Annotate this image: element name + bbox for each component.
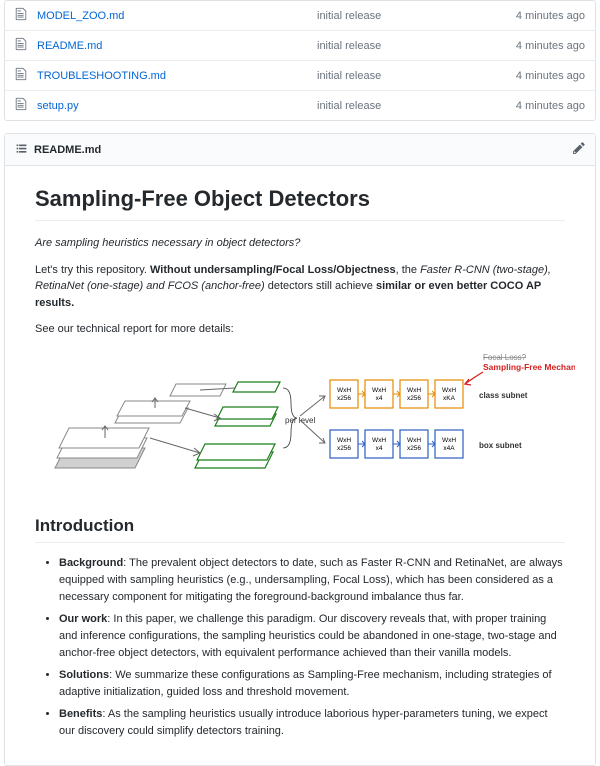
commit-msg[interactable]: initial release [317,70,516,82]
intro-list: Background: The prevalent object detecto… [35,555,565,740]
file-row: README.md initial release 4 minutes ago [5,31,595,61]
commit-msg[interactable]: initial release [317,100,516,112]
file-row: MODEL_ZOO.md initial release 4 minutes a… [5,1,595,31]
file-icon [15,97,29,114]
list-item: Solutions: We summarize these configurat… [59,667,565,701]
svg-text:class subnet: class subnet [479,391,528,400]
file-list: MODEL_ZOO.md initial release 4 minutes a… [4,0,596,121]
svg-text:WxHx256: WxHx256 [407,437,421,452]
architecture-diagram: per level WxHx256 WxHx4 WxHx256 WxHxKA c… [35,348,565,498]
svg-text:Sampling-Free Mechanism: Sampling-Free Mechanism [483,362,575,372]
svg-text:box subnet: box subnet [479,441,522,450]
file-icon [15,7,29,24]
file-link[interactable]: TROUBLESHOOTING.md [37,70,317,82]
list-item: Benefits: As the sampling heuristics usu… [59,706,565,740]
list-item: Background: The prevalent object detecto… [59,555,565,606]
commit-msg[interactable]: initial release [317,10,516,22]
file-time: 4 minutes ago [516,70,585,82]
svg-text:WxHx256: WxHx256 [337,437,351,452]
file-link[interactable]: MODEL_ZOO.md [37,10,317,22]
readme-body: Sampling-Free Object Detectors Are sampl… [5,166,595,765]
intro-question: Are sampling heuristics necessary in obj… [35,235,565,252]
file-link[interactable]: README.md [37,40,317,52]
list-icon [15,142,28,158]
edit-icon[interactable] [573,141,585,158]
file-time: 4 minutes ago [516,100,585,112]
file-icon [15,37,29,54]
readme-filename: README.md [34,144,101,156]
file-time: 4 minutes ago [516,40,585,52]
see-report: See our technical report for more detail… [35,321,565,338]
svg-text:WxHx4A: WxHx4A [442,437,456,452]
readme-panel: README.md Sampling-Free Object Detectors… [4,133,596,766]
readme-title: Sampling-Free Object Detectors [35,186,565,221]
svg-text:Focal Loss?: Focal Loss? [483,353,527,362]
list-item: Our work: In this paper, we challenge th… [59,611,565,662]
file-icon [15,67,29,84]
svg-text:WxHxKA: WxHxKA [442,387,456,402]
svg-text:WxHx256: WxHx256 [337,387,351,402]
file-row: setup.py initial release 4 minutes ago [5,91,595,120]
readme-header: README.md [5,134,595,166]
file-time: 4 minutes ago [516,10,585,22]
svg-text:WxHx256: WxHx256 [407,387,421,402]
h2-introduction: Introduction [35,516,565,543]
commit-msg[interactable]: initial release [317,40,516,52]
file-link[interactable]: setup.py [37,100,317,112]
intro-paragraph: Let's try this repository. Without under… [35,262,565,312]
file-row: TROUBLESHOOTING.md initial release 4 min… [5,61,595,91]
